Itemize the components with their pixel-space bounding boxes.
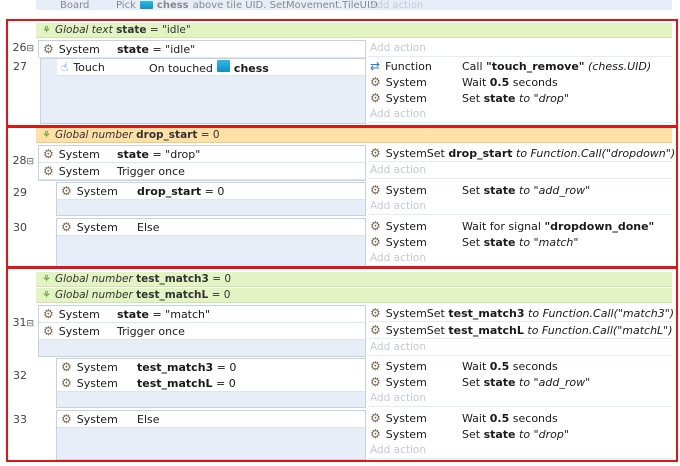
partial-add-action[interactable]: Add action xyxy=(370,0,423,10)
partial-event-row: Board Pick chess above tile UID. SetMove… xyxy=(36,0,672,10)
event-sheet: Board Pick chess above tile UID. SetMove… xyxy=(0,0,680,466)
highlight-box-3 xyxy=(6,266,678,462)
chess-sprite-icon xyxy=(139,1,153,9)
highlight-box-2 xyxy=(6,125,678,269)
highlight-box-1 xyxy=(6,19,678,128)
partial-object2: chess xyxy=(156,0,189,10)
partial-tail: above tile UID. SetMovement.TileUID xyxy=(192,0,378,10)
partial-object: Board xyxy=(60,0,90,10)
partial-text: Pick xyxy=(116,0,136,10)
